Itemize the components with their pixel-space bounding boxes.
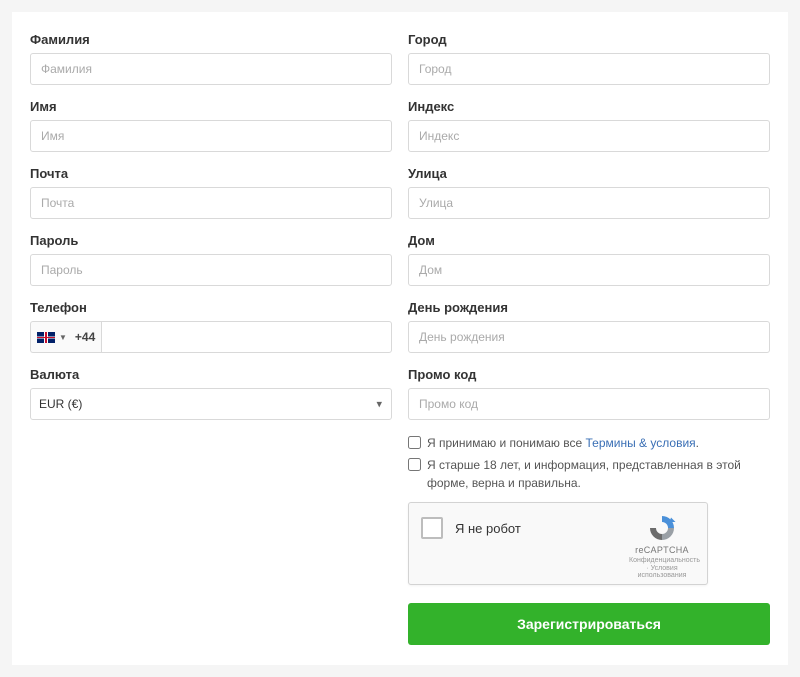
house-label: Дом — [408, 233, 770, 248]
phone-input[interactable] — [101, 321, 392, 353]
dob-input[interactable] — [408, 321, 770, 353]
street-label: Улица — [408, 166, 770, 181]
terms-link[interactable]: Термины & условия — [586, 436, 696, 450]
country-code-selector[interactable]: ▼ +44 — [30, 321, 101, 353]
age-checkbox[interactable] — [408, 458, 421, 471]
promo-input[interactable] — [408, 388, 770, 420]
password-label: Пароль — [30, 233, 392, 248]
name-input[interactable] — [30, 120, 392, 152]
terms-text: Я принимаю и понимаю все Термины & услов… — [427, 434, 699, 452]
terms-prefix: Я принимаю и понимаю все — [427, 436, 586, 450]
zip-label: Индекс — [408, 99, 770, 114]
recaptcha-legal: Конфиденциальность · Условия использован… — [629, 557, 695, 580]
dial-code: +44 — [71, 330, 95, 344]
recaptcha-label: Я не робот — [455, 513, 617, 536]
recaptcha-icon — [647, 513, 677, 543]
house-input[interactable] — [408, 254, 770, 286]
name-label: Имя — [30, 99, 392, 114]
terms-checkbox[interactable] — [408, 436, 421, 449]
zip-input[interactable] — [408, 120, 770, 152]
dob-label: День рождения — [408, 300, 770, 315]
email-label: Почта — [30, 166, 392, 181]
age-text: Я старше 18 лет, и информация, представл… — [427, 456, 770, 492]
password-input[interactable] — [30, 254, 392, 286]
phone-label: Телефон — [30, 300, 392, 315]
promo-label: Промо код — [408, 367, 770, 382]
city-input[interactable] — [408, 53, 770, 85]
currency-label: Валюта — [30, 367, 392, 382]
left-column: Фамилия Имя Почта Пароль Телефон ▼ +44 — [30, 32, 392, 645]
register-button[interactable]: Зарегистрироваться — [408, 603, 770, 645]
recaptcha-checkbox[interactable] — [421, 517, 443, 539]
surname-input[interactable] — [30, 53, 392, 85]
right-column: Город Индекс Улица Дом День рождения Про… — [408, 32, 770, 645]
city-label: Город — [408, 32, 770, 47]
street-input[interactable] — [408, 187, 770, 219]
uk-flag-icon — [37, 332, 55, 343]
recaptcha: Я не робот reCAPTCHA Конфиденциальность … — [408, 502, 708, 585]
recaptcha-brand: reCAPTCHA — [629, 545, 695, 555]
surname-label: Фамилия — [30, 32, 392, 47]
email-input[interactable] — [30, 187, 392, 219]
terms-suffix: . — [696, 436, 699, 450]
registration-form: Фамилия Имя Почта Пароль Телефон ▼ +44 — [12, 12, 788, 665]
currency-select[interactable]: EUR (€) — [30, 388, 392, 420]
agreements: Я принимаю и понимаю все Термины & услов… — [408, 434, 770, 492]
chevron-down-icon: ▼ — [59, 333, 67, 342]
